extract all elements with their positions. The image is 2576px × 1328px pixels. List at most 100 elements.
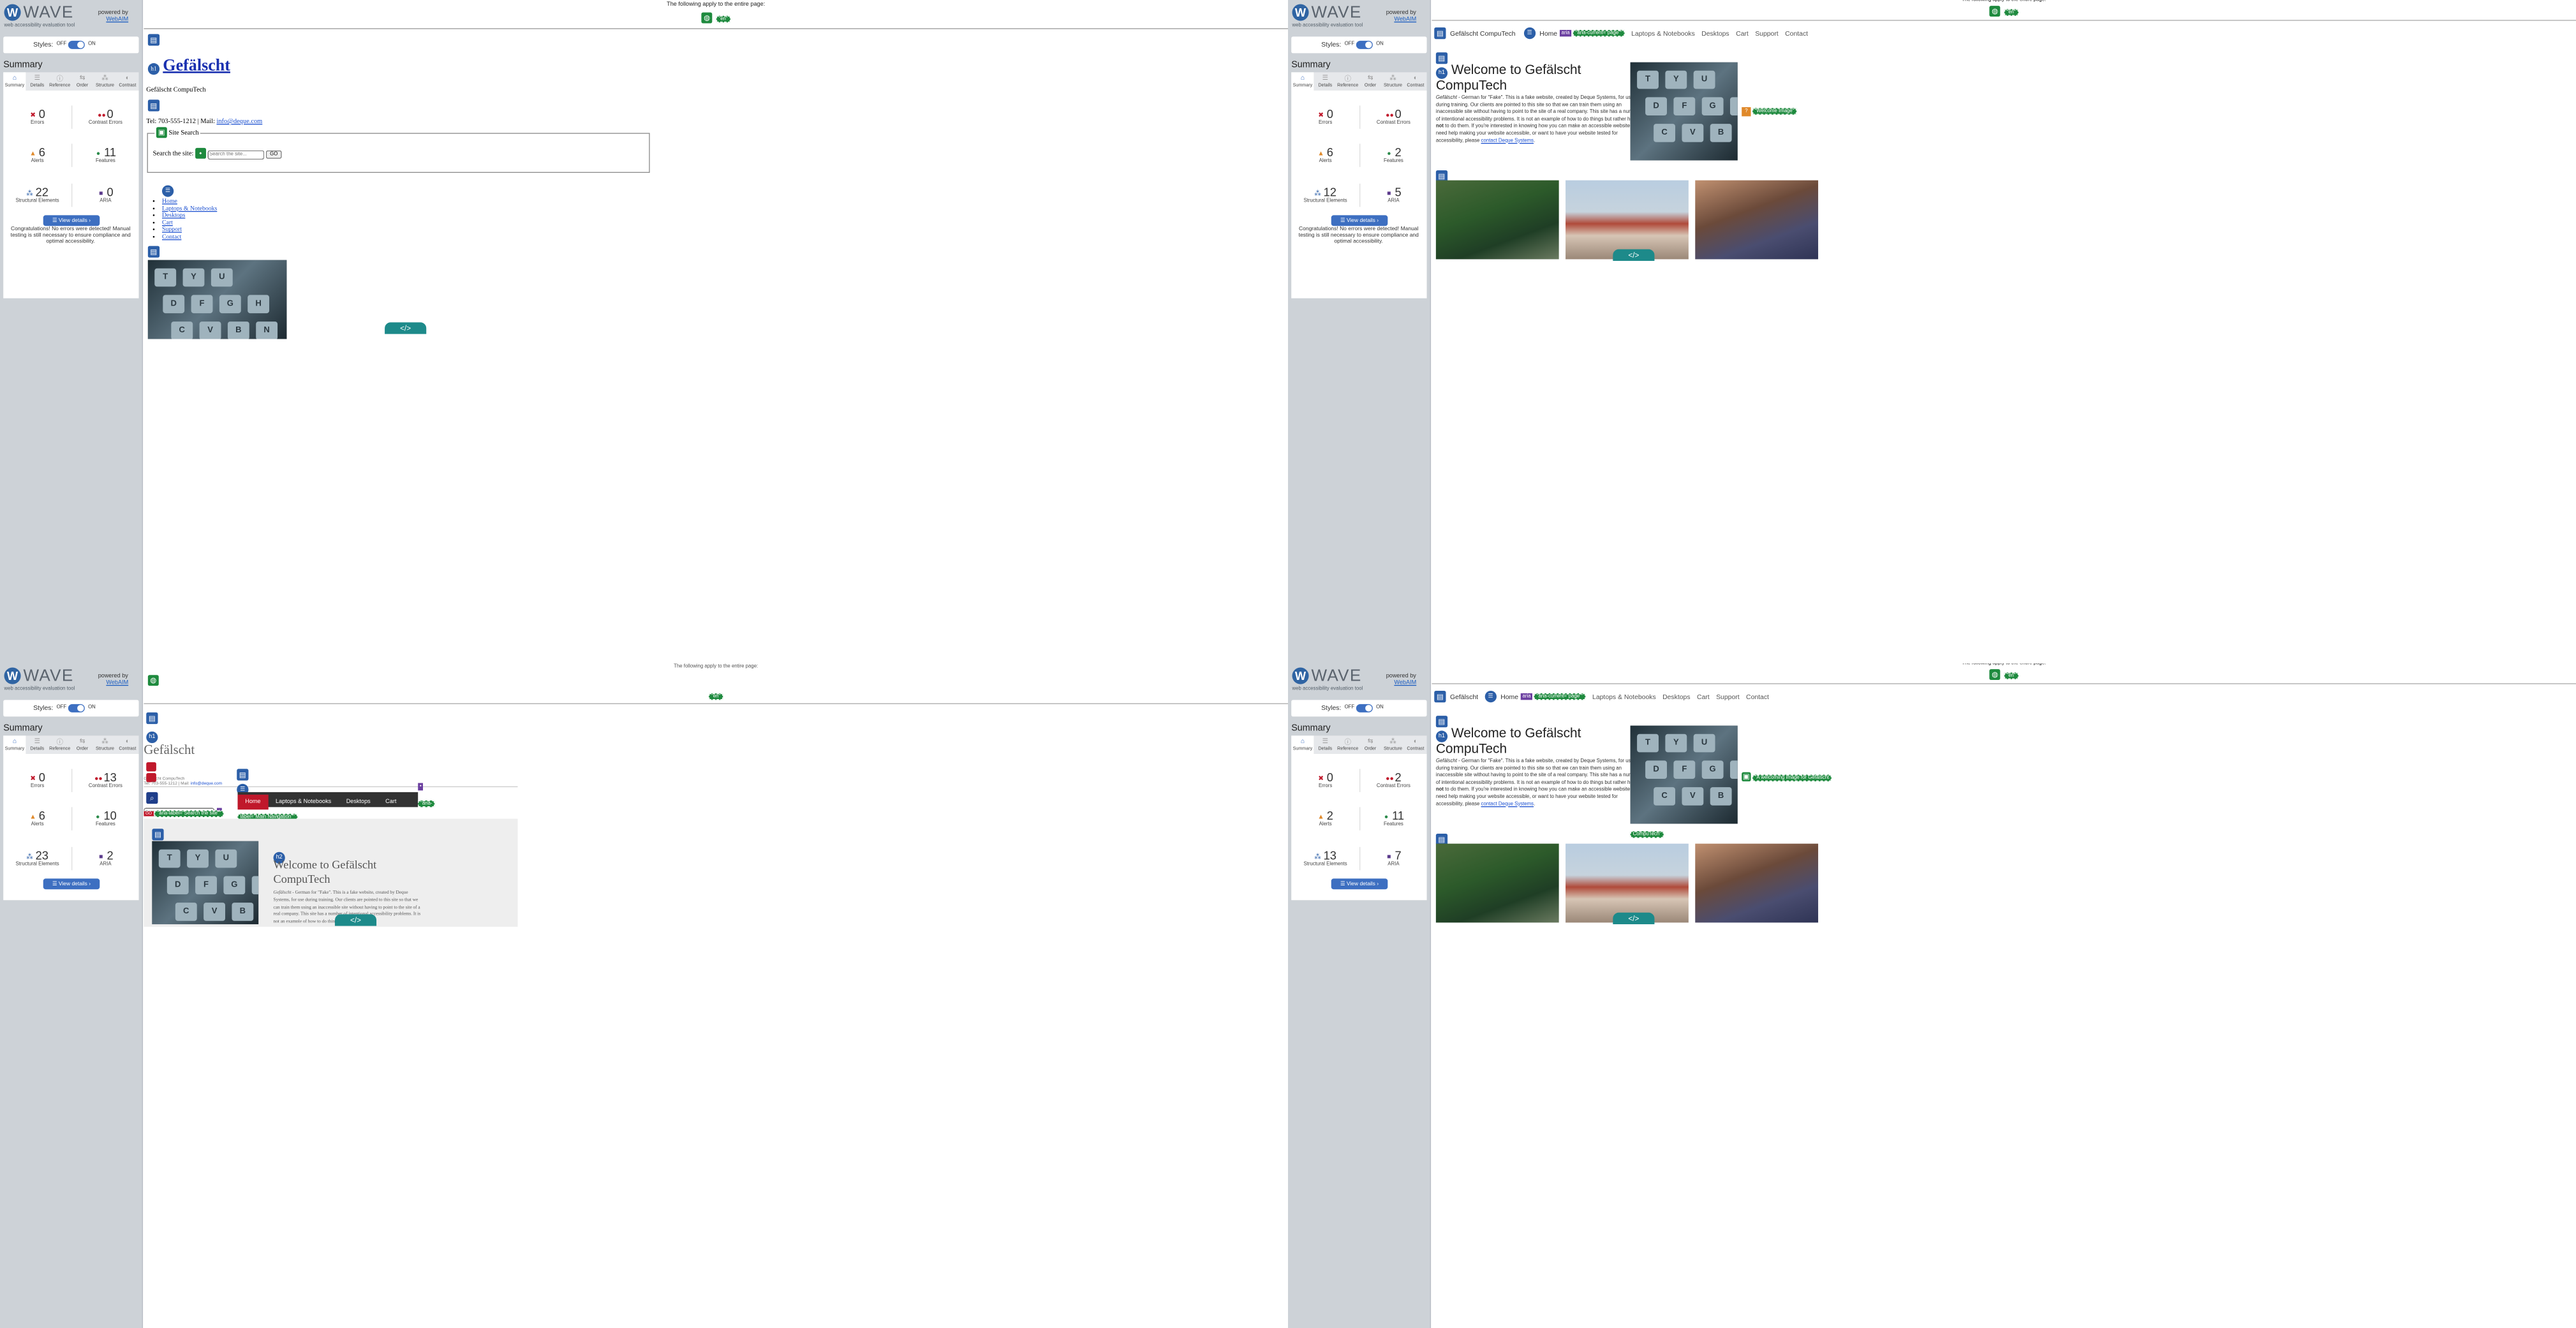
stat-structural[interactable]: ⁂ 23 Structural Elements — [3, 848, 71, 867]
fieldset-icon[interactable]: ▣ — [156, 127, 167, 138]
language-icon[interactable]: ◍ — [1989, 6, 2001, 17]
webaim-link[interactable]: WebAIM — [1394, 680, 1416, 686]
nav-cart[interactable]: Cart — [1697, 693, 1710, 700]
nav-support[interactable]: Support — [1755, 29, 1779, 37]
view-details-button[interactable]: ☰ View details › — [43, 878, 100, 890]
styles-toggle[interactable] — [1356, 704, 1373, 712]
list-icon[interactable]: ☰ — [162, 185, 174, 197]
list-icon[interactable]: ☰ — [1484, 690, 1497, 703]
stat-structural[interactable]: ⁂ 12 Structural Elements — [1291, 185, 1359, 203]
styles-toggle[interactable] — [1356, 40, 1373, 49]
nav-home[interactable]: Home — [1539, 29, 1557, 37]
aria-icon[interactable]: aria — [1560, 29, 1572, 37]
nav-desktops[interactable]: Desktops — [1701, 29, 1729, 37]
stat-contrast[interactable]: ●● 0 Contrast Errors — [71, 107, 140, 126]
nav-laptops[interactable]: Laptops & Notebooks — [1631, 29, 1695, 37]
nav-cart[interactable]: Cart — [1736, 29, 1749, 37]
tab-summary[interactable]: ⌂ Summary — [3, 72, 26, 91]
stat-alerts[interactable]: ▲ 6 Alerts — [3, 145, 71, 164]
stat-alerts[interactable]: ▲ 6 Alerts — [1291, 145, 1359, 164]
header-region-icon[interactable]: ▤ — [1434, 27, 1446, 40]
stat-errors[interactable]: ✖ 0 Errors — [3, 771, 71, 789]
aria-icon[interactable]: ⬩ — [418, 783, 424, 791]
stat-aria[interactable]: ■ 5 ARIA — [1359, 185, 1428, 203]
nav-region-icon[interactable]: ▤ — [237, 769, 249, 781]
code-toggle-button[interactable]: </> — [334, 914, 377, 926]
header-region-icon[interactable]: ▤ — [1434, 690, 1446, 703]
label-icon[interactable]: ⬩ — [195, 147, 206, 159]
main-region-icon[interactable]: ▤ — [152, 829, 164, 841]
tab-summary[interactable]: ⌂ Summary — [1291, 735, 1314, 754]
list-icon[interactable]: ☰ — [1523, 27, 1536, 40]
stat-alerts[interactable]: ▲ 6 Alerts — [3, 809, 71, 827]
contact-deque-link[interactable]: contact Deque Systems — [1481, 138, 1534, 144]
aria-icon[interactable]: aria — [1520, 693, 1533, 700]
stat-errors[interactable]: ✖ 0 Errors — [3, 107, 71, 126]
main-region-icon[interactable]: ▤ — [147, 245, 160, 258]
tab-contrast[interactable]: ◐ Contrast — [1404, 735, 1426, 754]
h1-icon[interactable]: h1 — [146, 731, 158, 744]
tab-details[interactable]: ☰ Details — [1314, 735, 1336, 754]
stat-contrast[interactable]: ●● 0 Contrast Errors — [1359, 107, 1428, 126]
nav-laptops[interactable]: Laptops & Notebooks — [1592, 693, 1656, 700]
nav-link[interactable]: Contact — [162, 233, 181, 240]
email-link[interactable]: info@deque.com — [216, 117, 262, 125]
tab-details[interactable]: ☰ Details — [26, 72, 48, 91]
tab-summary[interactable]: ⌂ Summary — [1291, 72, 1314, 91]
stat-aria[interactable]: ■ 0 ARIA — [71, 185, 140, 203]
stat-features[interactable]: ● 11 Features — [1359, 809, 1428, 827]
tab-order[interactable]: ⇆ Order — [1359, 72, 1381, 91]
language-icon[interactable]: ◍ — [1989, 669, 2001, 681]
tab-reference[interactable]: ⓘ Reference — [1336, 735, 1359, 754]
main-region-icon[interactable]: ▤ — [1435, 716, 1448, 728]
styles-toggle[interactable] — [68, 704, 85, 712]
tab-details[interactable]: ☰ Details — [26, 735, 48, 754]
nav-home[interactable]: Home — [1500, 693, 1518, 700]
contact-deque-link[interactable]: contact Deque Systems — [1481, 802, 1534, 807]
tab-summary[interactable]: ⌂ Summary — [3, 735, 26, 754]
nav-desktops[interactable]: Desktops — [1662, 693, 1690, 700]
tab-structure[interactable]: ⁂ Structure — [94, 72, 116, 91]
tab-structure[interactable]: ⁂ Structure — [94, 735, 116, 754]
tab-order[interactable]: ⇆ Order — [1359, 735, 1381, 754]
webaim-link[interactable]: WebAIM — [1394, 17, 1416, 22]
stat-aria[interactable]: ■ 7 ARIA — [1359, 848, 1428, 867]
tab-reference[interactable]: ⓘ Reference — [1336, 72, 1359, 91]
webaim-link[interactable]: WebAIM — [106, 680, 128, 686]
header-region-icon[interactable]: ▤ — [147, 34, 160, 46]
tab-contrast[interactable]: ◐ Contrast — [1404, 72, 1426, 91]
h1-icon[interactable]: h1 — [147, 63, 160, 75]
view-details-button[interactable]: ☰ View details › — [1331, 215, 1388, 226]
h1-icon[interactable]: h1 — [1435, 730, 1448, 742]
contrast-error-icon[interactable] — [146, 762, 156, 772]
tab-details[interactable]: ☰ Details — [1314, 72, 1336, 91]
alert-icon[interactable]: ? — [1742, 107, 1751, 117]
nav-contact[interactable]: Contact — [1785, 29, 1808, 37]
view-details-button[interactable]: ☰ View details › — [43, 215, 100, 226]
tab-order[interactable]: ⇆ Order — [71, 72, 93, 91]
stat-contrast[interactable]: ●● 13 Contrast Errors — [71, 771, 140, 789]
nav-link[interactable]: Support — [162, 225, 182, 233]
search-input[interactable] — [207, 150, 265, 159]
header-region-icon[interactable]: ▤ — [146, 712, 158, 725]
language-icon[interactable]: ◍ — [701, 12, 713, 24]
email-link[interactable]: info@deque.com — [191, 781, 222, 786]
nav-link[interactable]: Desktops — [162, 211, 185, 219]
nav-link[interactable]: Cart — [162, 218, 173, 226]
tab-contrast[interactable]: ◐ Contrast — [116, 735, 138, 754]
stat-features[interactable]: ● 10 Features — [71, 809, 140, 827]
stat-alerts[interactable]: ▲ 2 Alerts — [1291, 809, 1359, 827]
code-toggle-button[interactable]: </> — [1613, 249, 1655, 262]
stat-aria[interactable]: ■ 2 ARIA — [71, 848, 140, 867]
alt-text-icon[interactable]: ▣ — [1742, 772, 1751, 781]
webaim-link[interactable]: WebAIM — [106, 17, 128, 22]
stat-contrast[interactable]: ●● 2 Contrast Errors — [1359, 771, 1428, 789]
stat-structural[interactable]: ⁂ 22 Structural Elements — [3, 185, 71, 203]
tab-order[interactable]: ⇆ Order — [71, 735, 93, 754]
nav-link[interactable]: Laptops & Notebooks — [162, 204, 217, 212]
view-details-button[interactable]: ☰ View details › — [1331, 878, 1388, 890]
styles-toggle[interactable] — [68, 40, 85, 49]
stat-errors[interactable]: ✖ 0 Errors — [1291, 771, 1359, 789]
nav-bar-item[interactable]: Cart — [378, 795, 404, 809]
go-button[interactable]: GO — [265, 150, 282, 159]
